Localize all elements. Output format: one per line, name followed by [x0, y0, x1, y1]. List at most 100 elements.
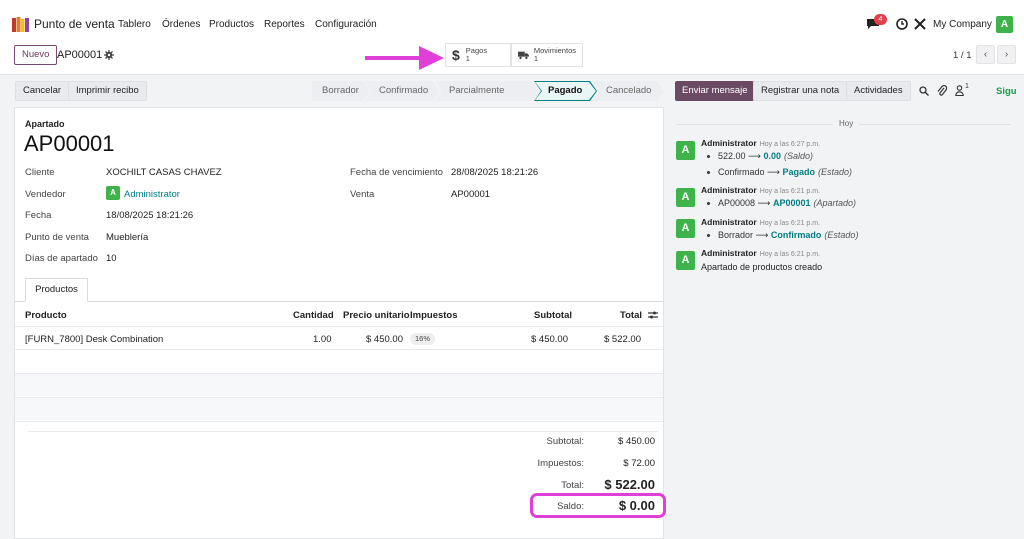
empty-row: [15, 350, 663, 372]
message-avatar[interactable]: A: [676, 141, 695, 160]
message-time: Hoy a las 6:27 p.m.: [759, 141, 821, 148]
truck-icon: [518, 51, 529, 60]
moves-label: Movimientos: [533, 46, 576, 55]
follow-button[interactable]: Sigu: [996, 86, 1017, 97]
date-separator: Hoy: [833, 119, 860, 128]
vendedor-label: Vendedor: [25, 189, 66, 200]
message-author[interactable]: Administrator Hoy a las 6:27 p.m.: [701, 138, 820, 148]
send-message-button[interactable]: Enviar mensaje: [675, 81, 755, 101]
record-type-label: Apartado: [25, 119, 65, 129]
menu-productos[interactable]: Productos: [209, 19, 254, 30]
annotation-arrow: [365, 46, 444, 70]
status-borrador[interactable]: Borrador: [312, 81, 370, 101]
menu-tablero[interactable]: Tablero: [118, 19, 151, 30]
message-author[interactable]: Administrator Hoy a las 6:21 p.m.: [701, 185, 820, 195]
tracking-line: AP00008 ⟶ AP00001 (Apartado): [707, 198, 856, 209]
pager-next-button[interactable]: ›: [997, 45, 1016, 64]
dias-field[interactable]: 10: [106, 253, 117, 264]
status-pagado[interactable]: Pagado: [534, 81, 597, 101]
totals-line: [28, 431, 658, 432]
table-header-line: [15, 326, 663, 327]
dollar-icon: $: [452, 47, 460, 63]
cliente-field[interactable]: XOCHILT CASAS CHAVEZ: [106, 167, 222, 178]
status-cancelado[interactable]: Cancelado: [592, 81, 664, 101]
payments-count: 1: [465, 54, 470, 63]
vencimiento-label: Fecha de vencimiento: [350, 167, 443, 178]
chat-badge: 4: [874, 14, 887, 25]
row-total: $ 522.00: [604, 334, 641, 345]
menu-configuracion[interactable]: Configuración: [315, 19, 377, 30]
total-label: Total:: [561, 480, 584, 491]
annotation-highlight: [530, 493, 666, 518]
total-value: $ 522.00: [604, 477, 655, 492]
message-time: Hoy a las 6:21 p.m.: [759, 188, 821, 195]
punto-de-venta-field[interactable]: Mueblería: [106, 232, 148, 243]
status-parcialmente-pagado[interactable]: Parcialmente Pagado: [435, 81, 539, 101]
message-avatar[interactable]: A: [676, 188, 695, 207]
row-precio[interactable]: $ 450.00: [366, 334, 403, 345]
payments-smart-button[interactable]: $ Pagos 1: [445, 43, 511, 67]
paperclip-icon[interactable]: [937, 85, 947, 97]
tab-divider: [15, 301, 663, 302]
tab-productos[interactable]: Productos: [25, 278, 88, 302]
pos-app-icon[interactable]: [12, 16, 29, 33]
col-producto[interactable]: Producto: [25, 310, 67, 321]
col-subtotal[interactable]: Subtotal: [534, 310, 572, 321]
subtotal-label: Subtotal:: [546, 436, 585, 447]
column-settings-icon[interactable]: [648, 310, 658, 320]
moves-count: 1: [533, 54, 539, 63]
tracking-line: Borrador ⟶ Confirmado (Estado): [707, 230, 858, 241]
impuestos-label: Impuestos:: [537, 458, 584, 469]
cancel-button[interactable]: Cancelar: [15, 81, 70, 101]
subtotal-value: $ 450.00: [618, 436, 655, 447]
menu-reportes[interactable]: Reportes: [264, 19, 305, 30]
col-cantidad[interactable]: Cantidad: [293, 310, 334, 321]
fecha-label: Fecha: [25, 210, 52, 221]
app-name[interactable]: Punto de venta: [34, 17, 115, 31]
message-avatar[interactable]: A: [676, 219, 695, 238]
table-row-line: [15, 421, 663, 422]
moves-smart-button[interactable]: Movimientos 1: [511, 43, 583, 67]
tools-icon[interactable]: [914, 18, 926, 30]
company-switcher[interactable]: My Company: [933, 19, 992, 30]
status-confirmado[interactable]: Confirmado: [365, 81, 440, 101]
row-cantidad[interactable]: 1.00: [313, 334, 332, 345]
col-impuestos[interactable]: Impuestos: [410, 310, 458, 321]
dias-label: Días de apartado: [25, 253, 98, 264]
vendedor-field[interactable]: Administrator: [124, 189, 180, 200]
message-body: Apartado de productos creado: [701, 262, 823, 272]
log-note-button[interactable]: Registrar una nota: [753, 81, 848, 101]
tracking-line: Confirmado ⟶ Pagado (Estado): [707, 167, 852, 178]
empty-row: [15, 374, 663, 396]
new-button[interactable]: Nuevo: [14, 45, 58, 65]
pager-value[interactable]: 1 / 1: [953, 50, 972, 61]
row-producto[interactable]: [FURN_7800] Desk Combination: [25, 334, 163, 345]
fecha-field[interactable]: 18/08/2025 18:21:26: [106, 210, 193, 221]
clock-icon[interactable]: [896, 18, 908, 30]
message-time: Hoy a las 6:21 p.m.: [759, 220, 821, 227]
vencimiento-field[interactable]: 28/08/2025 18:21:26: [451, 167, 538, 178]
pager-previous-button[interactable]: ‹: [976, 45, 995, 64]
col-total[interactable]: Total: [620, 310, 642, 321]
followers-icon[interactable]: [955, 85, 964, 96]
record-title: AP00001: [24, 131, 115, 156]
breadcrumb-record: AP00001: [57, 49, 103, 61]
gear-icon[interactable]: [104, 50, 114, 60]
statusbar: Borrador Confirmado Parcialmente Pagado …: [312, 81, 659, 101]
message-author[interactable]: Administrator Hoy a las 6:21 p.m.: [701, 248, 820, 258]
message-avatar[interactable]: A: [676, 251, 695, 270]
menu-ordenes[interactable]: Órdenes: [162, 19, 200, 30]
message-author[interactable]: Administrator Hoy a las 6:21 p.m.: [701, 217, 820, 227]
tax-badge[interactable]: 16%: [410, 333, 436, 345]
user-avatar[interactable]: A: [996, 16, 1013, 33]
punto-de-venta-label: Punto de venta: [25, 232, 89, 243]
print-receipt-button[interactable]: Imprimir recibo: [68, 81, 147, 101]
activities-button[interactable]: Actividades: [846, 81, 911, 101]
impuestos-value: $ 72.00: [623, 458, 655, 469]
search-icon[interactable]: [919, 86, 929, 96]
col-precio[interactable]: Precio unitario: [343, 310, 410, 321]
venta-field[interactable]: AP00001: [451, 189, 490, 200]
status-pagado-label: Pagado: [548, 85, 583, 96]
message-time: Hoy a las 6:21 p.m.: [759, 251, 821, 258]
row-subtotal: $ 450.00: [531, 334, 568, 345]
